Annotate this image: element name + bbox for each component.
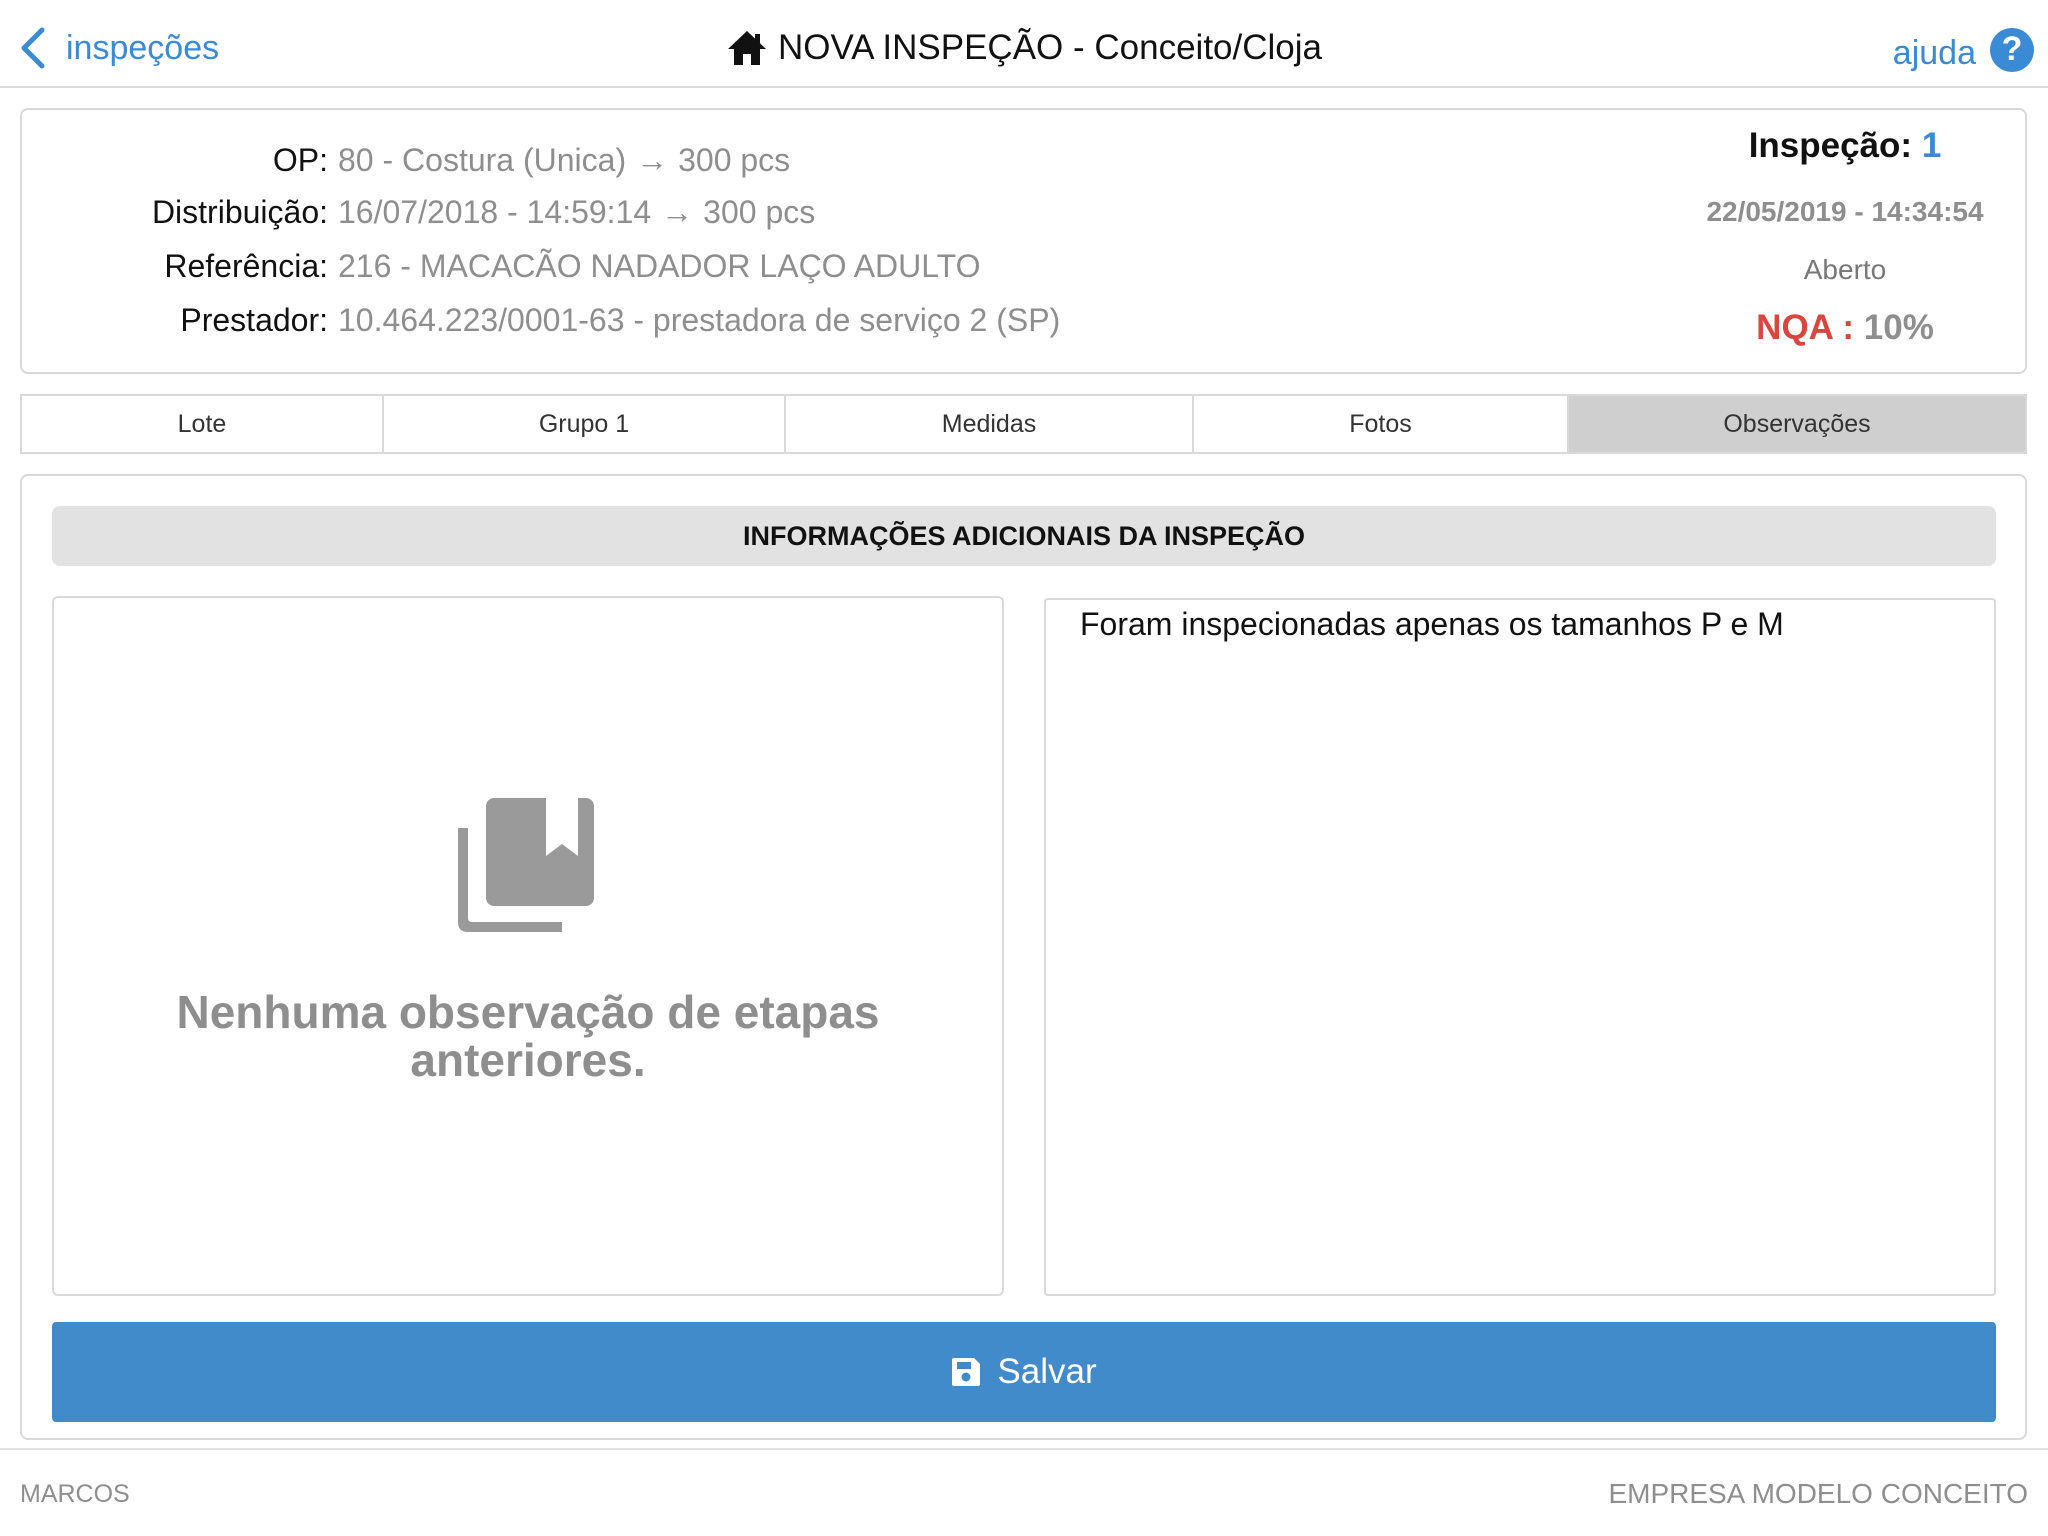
inspection-number-value: 1	[1921, 126, 1942, 165]
inspection-number: Inspeção: 1	[1685, 126, 2005, 166]
tab-fotos[interactable]: Fotos	[1194, 396, 1569, 452]
page-title: NOVA INSPEÇÃO - Conceito/Cloja	[0, 28, 2048, 68]
save-button[interactable]: Salvar	[52, 1322, 1996, 1422]
top-navigation-bar: inspeções NOVA INSPEÇÃO - Conceito/Cloja…	[0, 0, 2048, 88]
footer-company: EMPRESA MODELO CONCEITO	[1608, 1478, 2028, 1509]
inspection-label: Inspeção:	[1748, 126, 1913, 165]
help-button[interactable]: ajuda ?	[1893, 26, 2034, 73]
observation-textarea[interactable]: Foram inspecionadas apenas os tamanhos P…	[1044, 598, 1996, 1296]
nqa-value: 10%	[1863, 308, 1934, 347]
empty-state-message: Nenhuma observação de etapas anteriores.	[176, 986, 880, 1086]
help-icon: ?	[1990, 27, 2034, 72]
distribution-label: Distribuição:	[151, 194, 328, 230]
provider-row: Prestador: 10.464.223/0001-63 - prestado…	[22, 302, 1422, 339]
distribution-row: Distribuição: 16/07/2018 - 14:59:14 → 30…	[22, 194, 1422, 231]
nqa-label: NQA :	[1756, 308, 1855, 347]
reference-label: Referência:	[164, 248, 328, 284]
page-title-text: NOVA INSPEÇÃO - Conceito/Cloja	[778, 28, 1322, 67]
section-title: INFORMAÇÕES ADICIONAIS DA INSPEÇÃO	[52, 506, 1996, 566]
op-value: 80 - Costura (Unica)	[338, 142, 627, 178]
arrow-right-icon: →	[661, 194, 694, 230]
floppy-disk-icon	[952, 1358, 981, 1386]
arrow-right-icon: →	[636, 142, 669, 178]
provider-value: 10.464.223/0001-63 - prestadora de servi…	[338, 302, 1061, 338]
nqa-indicator: NQA : 10%	[1685, 308, 2005, 348]
op-quantity: 300 pcs	[678, 142, 791, 178]
op-row: OP: 80 - Costura (Unica) → 300 pcs	[22, 142, 1422, 179]
reference-value: 216 - MACACÃO NADADOR LAÇO ADULTO	[338, 248, 981, 284]
provider-label: Prestador:	[180, 302, 328, 338]
reference-row: Referência: 216 - MACACÃO NADADOR LAÇO A…	[22, 248, 1422, 285]
observations-panel: INFORMAÇÕES ADICIONAIS DA INSPEÇÃO Nenhu…	[20, 474, 2027, 1440]
status-badge: Aberto	[1803, 254, 1887, 285]
op-label: OP:	[272, 142, 328, 178]
tab-bar: Lote Grupo 1 Medidas Fotos Observações	[20, 394, 2027, 454]
save-label: Salvar	[997, 1352, 1097, 1391]
tab-grupo-1[interactable]: Grupo 1	[384, 396, 786, 452]
tab-observacoes[interactable]: Observações	[1569, 396, 2025, 452]
distribution-value: 16/07/2018 - 14:59:14	[338, 194, 652, 230]
previous-observations-box: Nenhuma observação de etapas anteriores.	[52, 596, 1004, 1296]
inspection-summary: Inspeção: 1 22/05/2019 - 14:34:54 Aberto…	[1685, 126, 2005, 348]
library-bookmark-icon	[458, 798, 594, 932]
footer-user: MARCOS	[20, 1480, 130, 1508]
distribution-quantity: 300 pcs	[703, 194, 816, 230]
inspection-info-card: OP: 80 - Costura (Unica) → 300 pcs Distr…	[20, 108, 2027, 374]
footer-divider	[0, 1448, 2048, 1450]
home-icon	[728, 31, 766, 65]
tab-medidas[interactable]: Medidas	[786, 396, 1194, 452]
inspection-datetime: 22/05/2019 - 14:34:54	[1706, 196, 1984, 227]
help-label: ajuda	[1892, 34, 1976, 72]
tab-lote[interactable]: Lote	[22, 396, 384, 452]
